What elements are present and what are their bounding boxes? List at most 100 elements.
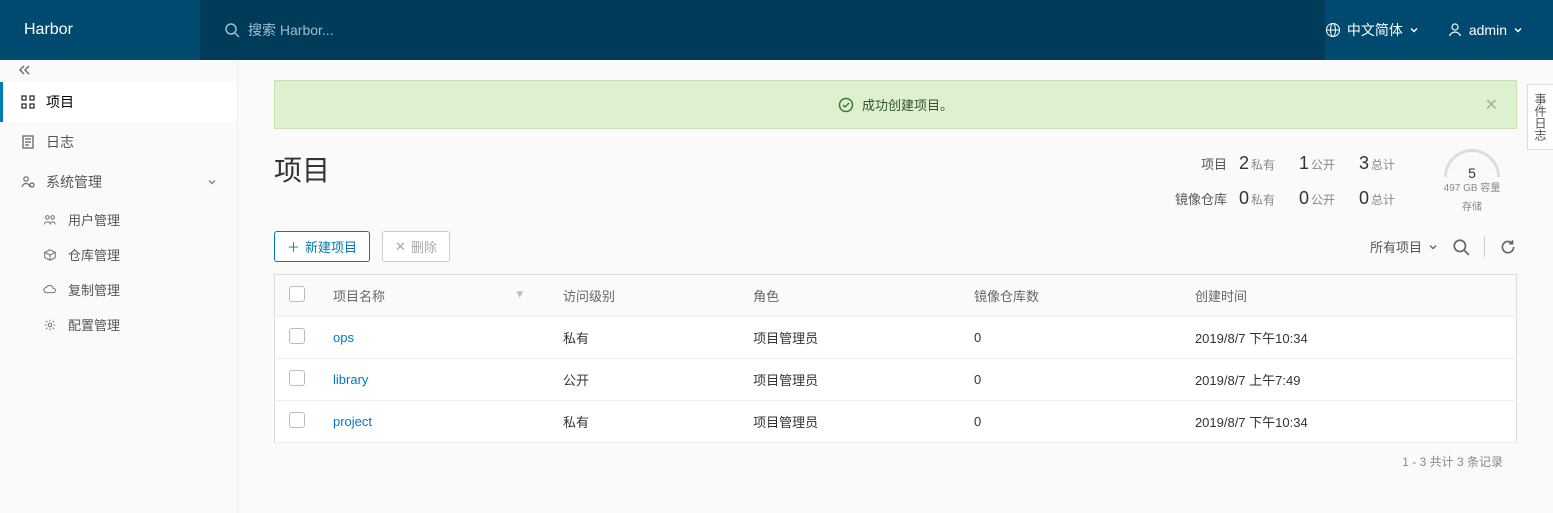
sidebar-item-config[interactable]: 配置管理 <box>42 307 237 342</box>
stat-repos-total: 0总计 <box>1347 188 1407 209</box>
project-link[interactable]: project <box>333 414 372 429</box>
sidebar-collapse-button[interactable] <box>0 60 237 82</box>
alert-text: 成功创建项目。 <box>862 95 953 114</box>
col-header-repos[interactable]: 镜像仓库数 <box>960 275 1181 317</box>
cloud-icon <box>42 282 58 298</box>
table-row: ops 私有项目管理员02019/8/7 下午10:34 <box>275 317 1517 359</box>
admin-icon <box>20 174 36 190</box>
plus-icon: ＋ <box>287 237 300 256</box>
chevron-down-icon <box>1428 242 1438 252</box>
refresh-button[interactable] <box>1499 238 1517 256</box>
cell-created: 2019/8/7 下午10:34 <box>1181 317 1517 359</box>
alert-close-button[interactable]: ✕ <box>1485 95 1498 115</box>
row-checkbox[interactable] <box>289 328 305 344</box>
storage-gauge: 5 497 GB 容量 存储 <box>1427 149 1517 213</box>
divider <box>1484 237 1485 257</box>
gear-icon <box>42 317 58 333</box>
cell-role: 项目管理员 <box>739 317 960 359</box>
row-checkbox[interactable] <box>289 412 305 428</box>
stats-row-label: 项目 <box>1137 154 1227 173</box>
cell-created: 2019/8/7 下午10:34 <box>1181 401 1517 443</box>
storage-label: 存储 <box>1427 198 1517 213</box>
storage-capacity: 497 GB 容量 <box>1427 179 1517 194</box>
stats-panel: 项目 2私有 1公开 3总计 镜像仓库 0私有 0公开 0总计 5 497 GB… <box>1137 149 1517 213</box>
chevron-down-icon <box>207 177 217 187</box>
sidebar-submenu: 用户管理 仓库管理 复制管理 配置管理 <box>0 202 237 342</box>
brand-title: Harbor <box>0 21 200 39</box>
stat-repos-public: 0公开 <box>1287 188 1347 209</box>
cell-repo-count: 0 <box>960 401 1181 443</box>
filter-dropdown[interactable]: 所有项目 <box>1370 237 1438 256</box>
table-footer: 1 - 3 共计 3 条记录 <box>274 443 1517 480</box>
sidebar-item-label: 用户管理 <box>68 210 120 229</box>
cell-role: 项目管理员 <box>739 401 960 443</box>
table-row: project 私有项目管理员02019/8/7 下午10:34 <box>275 401 1517 443</box>
filter-label: 所有项目 <box>1370 237 1422 256</box>
page-title: 项目 <box>274 149 330 189</box>
globe-icon <box>1325 22 1341 38</box>
main-content: 成功创建项目。 ✕ 项目 项目 2私有 1公开 3总计 镜像仓库 0私有 0公开… <box>238 60 1553 513</box>
new-project-button[interactable]: ＋ 新建项目 <box>274 231 370 262</box>
col-header-role[interactable]: 角色 <box>739 275 960 317</box>
filter-icon[interactable]: ▾ <box>516 286 535 302</box>
stat-repos-private: 0私有 <box>1227 188 1287 209</box>
row-checkbox[interactable] <box>289 370 305 386</box>
event-log-tab[interactable]: 事件日志 <box>1527 84 1553 150</box>
repo-icon <box>42 247 58 263</box>
close-icon: ✕ <box>395 239 406 255</box>
project-link[interactable]: library <box>333 372 368 387</box>
search-bar <box>200 0 1325 60</box>
stat-projects-public: 1公开 <box>1287 153 1347 174</box>
user-label: admin <box>1469 22 1507 38</box>
sidebar-item-system[interactable]: 系统管理 <box>0 162 237 202</box>
sidebar-item-logs[interactable]: 日志 <box>0 122 237 162</box>
stats-row-label: 镜像仓库 <box>1137 189 1227 208</box>
sidebar-item-label: 配置管理 <box>68 315 120 334</box>
user-menu[interactable]: admin <box>1447 22 1523 38</box>
project-link[interactable]: ops <box>333 330 354 345</box>
cell-access: 私有 <box>549 317 739 359</box>
cell-created: 2019/8/7 上午7:49 <box>1181 359 1517 401</box>
header-right: 中文简体 admin <box>1325 20 1553 40</box>
sidebar-item-users[interactable]: 用户管理 <box>42 202 237 237</box>
sidebar-item-label: 仓库管理 <box>68 245 120 264</box>
chevron-down-icon <box>1409 25 1419 35</box>
sidebar-item-projects[interactable]: 项目 <box>0 82 237 122</box>
language-label: 中文简体 <box>1347 20 1403 40</box>
logs-icon <box>20 134 36 150</box>
projects-table: 项目名称▾ 访问级别 角色 镜像仓库数 创建时间 ops 私有项目管理员02019… <box>274 274 1517 443</box>
cell-access: 私有 <box>549 401 739 443</box>
sidebar-item-label: 日志 <box>46 132 74 152</box>
stat-projects-private: 2私有 <box>1227 153 1287 174</box>
projects-icon <box>20 94 36 110</box>
users-icon <box>42 212 58 228</box>
cell-access: 公开 <box>549 359 739 401</box>
storage-value: 5 <box>1468 165 1476 181</box>
delete-button[interactable]: ✕ 删除 <box>382 231 450 262</box>
check-icon <box>838 97 854 113</box>
sidebar: 项目 日志 系统管理 用户管理 <box>0 60 238 513</box>
cell-role: 项目管理员 <box>739 359 960 401</box>
col-header-name[interactable]: 项目名称▾ <box>319 275 549 317</box>
cell-repo-count: 0 <box>960 359 1181 401</box>
table-row: library 公开项目管理员02019/8/7 上午7:49 <box>275 359 1517 401</box>
language-switcher[interactable]: 中文简体 <box>1325 20 1419 40</box>
col-header-access[interactable]: 访问级别 <box>549 275 739 317</box>
sidebar-item-label: 复制管理 <box>68 280 120 299</box>
stat-projects-total: 3总计 <box>1347 153 1407 174</box>
success-alert: 成功创建项目。 ✕ <box>274 80 1517 129</box>
col-header-created[interactable]: 创建时间 <box>1181 275 1517 317</box>
sidebar-item-label: 系统管理 <box>46 172 102 192</box>
search-input[interactable] <box>248 22 648 38</box>
cell-repo-count: 0 <box>960 317 1181 359</box>
search-button[interactable] <box>1452 238 1470 256</box>
app-header: Harbor 中文简体 admin <box>0 0 1553 60</box>
select-all-checkbox[interactable] <box>289 286 305 302</box>
sidebar-item-replication[interactable]: 复制管理 <box>42 272 237 307</box>
search-icon <box>224 22 240 38</box>
button-label: 删除 <box>411 237 437 256</box>
chevron-down-icon <box>1513 25 1523 35</box>
user-icon <box>1447 22 1463 38</box>
sidebar-item-repositories[interactable]: 仓库管理 <box>42 237 237 272</box>
sidebar-item-label: 项目 <box>46 92 74 112</box>
